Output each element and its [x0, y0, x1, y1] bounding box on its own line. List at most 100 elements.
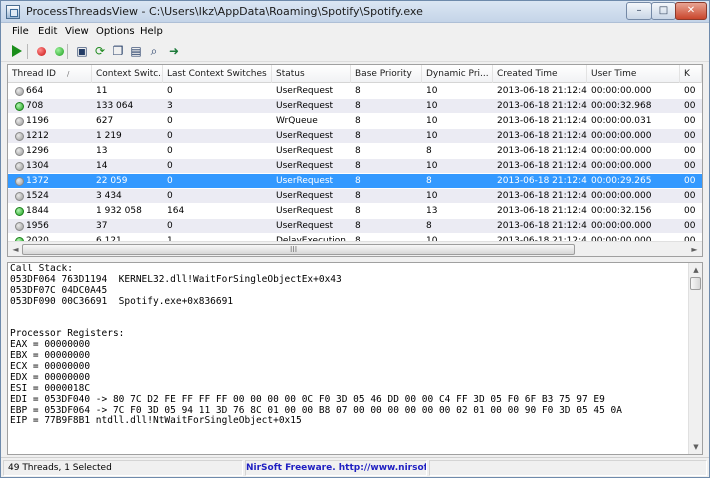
- cell-thread-id: 1212: [26, 131, 49, 141]
- exit-icon[interactable]: ➜: [167, 44, 181, 58]
- details-pane[interactable]: Call Stack: 053DF064 763D1194 KERNEL32.dl…: [7, 262, 703, 455]
- cell-last-context-switches: 0: [167, 86, 173, 96]
- cell-base-priority: 8: [355, 116, 361, 126]
- application-window: ProcessThreadsView - C:\Users\Ikz\AppDat…: [0, 0, 710, 478]
- menu-edit[interactable]: Edit: [38, 26, 57, 37]
- resume-green-icon[interactable]: [55, 47, 64, 56]
- details-line: EBX = 00000000: [10, 350, 91, 362]
- cell-status: UserRequest: [276, 176, 334, 186]
- cell-kernel-time: 00: [684, 191, 696, 201]
- menu-view[interactable]: View: [65, 26, 89, 37]
- cell-user-time: 00:00:00.000: [591, 146, 652, 156]
- column-kernel-time[interactable]: K: [680, 65, 702, 83]
- properties-icon[interactable]: ▤: [129, 44, 143, 58]
- toolbar: ▣ ⟳ ❐ ▤ ⌕ ➜: [1, 41, 709, 62]
- table-row[interactable]: 1196 627 0 WrQueue 8 10 2013-06-18 21:12:43 00:…: [8, 114, 702, 129]
- horizontal-scrollbar[interactable]: ◄ III ►: [8, 241, 702, 256]
- cell-dynamic-priority: 10: [426, 191, 438, 201]
- cell-last-context-switches: 0: [167, 116, 173, 126]
- cell-user-time: 00:00:00.031: [591, 116, 652, 126]
- menu-bar: File Edit View Options Help: [1, 24, 709, 41]
- cell-last-context-switches: 0: [167, 146, 173, 156]
- table-row[interactable]: 1304 14 0 UserRequest 8 10 2013-06-18 21:12:41…: [8, 159, 702, 174]
- column-last-context-switches[interactable]: Last Context Switches: [163, 65, 272, 83]
- cell-user-time: 00:00:00.000: [591, 236, 652, 241]
- cell-kernel-time: 00: [684, 236, 696, 241]
- cell-last-context-switches: 0: [167, 131, 173, 141]
- cell-base-priority: 8: [355, 101, 361, 111]
- cell-thread-id: 664: [26, 86, 44, 96]
- cell-status: DelayExecution: [276, 236, 346, 241]
- scroll-left-icon[interactable]: ◄: [9, 244, 22, 255]
- column-thread-id[interactable]: Thread ID: [8, 65, 92, 83]
- scroll-right-icon[interactable]: ►: [688, 244, 701, 255]
- table-row[interactable]: 1296 13 0 UserRequest 8 8 2013-06-18 21:12:41 0…: [8, 144, 702, 159]
- cell-context-switches: 14: [96, 161, 108, 171]
- table-row[interactable]: 1524 3 434 0 UserRequest 8 10 2013-06-18 21:12…: [8, 189, 702, 204]
- menu-options[interactable]: Options: [96, 26, 135, 37]
- cell-dynamic-priority: 10: [426, 131, 438, 141]
- save-icon[interactable]: ▣: [75, 44, 89, 58]
- title-bar[interactable]: ProcessThreadsView - C:\Users\Ikz\AppDat…: [1, 1, 709, 23]
- call-stack-text: Call Stack: 053DF064 763D1194 KERNEL32.dl…: [10, 264, 688, 454]
- cell-thread-id: 1372: [26, 176, 49, 186]
- vertical-scrollbar[interactable]: ▲ ▼: [688, 263, 702, 454]
- column-context-switches[interactable]: Context Switc...: [92, 65, 163, 83]
- list-rows: 664 11 0 UserRequest 8 10 2013-06-18 21:12:41 0…: [8, 84, 702, 241]
- cell-status: UserRequest: [276, 206, 334, 216]
- cell-user-time: 00:00:00.000: [591, 86, 652, 96]
- copy-icon[interactable]: ❐: [111, 44, 125, 58]
- cell-status: UserRequest: [276, 86, 334, 96]
- table-row[interactable]: 664 11 0 UserRequest 8 10 2013-06-18 21:12:41 0…: [8, 84, 702, 99]
- cell-context-switches: 37: [96, 221, 108, 231]
- cell-created-time: 2013-06-18 21:12:42: [497, 191, 587, 201]
- app-icon: [6, 5, 20, 19]
- maximize-button[interactable]: □: [651, 2, 676, 20]
- column-created-time[interactable]: Created Time: [493, 65, 587, 83]
- minimize-button[interactable]: –: [626, 2, 652, 20]
- nirsoft-link[interactable]: NirSoft Freeware. http://www.nirsoft.net: [245, 460, 427, 476]
- table-row[interactable]: 1212 1 219 0 UserRequest 8 10 2013-06-18 21:12…: [8, 129, 702, 144]
- table-row[interactable]: 1372 22 059 0 UserRequest 8 8 2013-06-18 21:12…: [8, 174, 702, 189]
- cell-base-priority: 8: [355, 86, 361, 96]
- find-icon[interactable]: ⌕: [147, 44, 161, 58]
- cell-thread-id: 1524: [26, 191, 49, 201]
- details-line: 053DF090 00C36691 Spotify.exe+0x836691: [10, 295, 234, 307]
- cell-kernel-time: 00: [684, 221, 696, 231]
- scroll-up-icon[interactable]: ▲: [690, 264, 702, 276]
- table-row[interactable]: 1844 1 932 058 164 UserRequest 8 13 2013-06-18…: [8, 204, 702, 219]
- column-status[interactable]: Status: [272, 65, 351, 83]
- cell-context-switches: 6 121: [96, 236, 122, 241]
- table-row[interactable]: 1956 37 0 UserRequest 8 8 2013-06-18 21:12:42 0…: [8, 219, 702, 234]
- list-header: Thread ID / Context Switc... Last Contex…: [8, 65, 702, 83]
- cell-created-time: 2013-06-18 21:12:41: [497, 86, 587, 96]
- cell-base-priority: 8: [355, 161, 361, 171]
- play-icon[interactable]: [12, 45, 22, 57]
- cell-context-switches: 3 434: [96, 191, 122, 201]
- status-panel-empty: [429, 460, 707, 476]
- menu-help[interactable]: Help: [140, 26, 163, 37]
- table-row[interactable]: 708 133 064 3 UserRequest 8 10 2013-06-18 21:1…: [8, 99, 702, 114]
- cell-created-time: 2013-06-18 21:12:43: [497, 116, 587, 126]
- refresh-icon[interactable]: ⟳: [93, 44, 107, 58]
- column-dynamic-priority[interactable]: Dynamic Pri...: [422, 65, 493, 83]
- cell-thread-id: 2020: [26, 236, 49, 241]
- table-row[interactable]: 2020 6 121 1 DelayExecution 8 10 2013-06-18 21…: [8, 234, 702, 241]
- vertical-scroll-thumb[interactable]: [690, 277, 701, 290]
- cell-kernel-time: 00: [684, 176, 696, 186]
- close-button[interactable]: ✕: [675, 2, 707, 20]
- scroll-down-icon[interactable]: ▼: [690, 441, 702, 453]
- column-user-time[interactable]: User Time: [587, 65, 680, 83]
- cell-base-priority: 8: [355, 191, 361, 201]
- horizontal-scroll-thumb[interactable]: III: [22, 244, 575, 255]
- cell-dynamic-priority: 8: [426, 176, 432, 186]
- details-line: [10, 308, 688, 319]
- threads-list[interactable]: Thread ID / Context Switc... Last Contex…: [7, 64, 703, 257]
- cell-last-context-switches: 3: [167, 101, 173, 111]
- stop-red-icon[interactable]: [37, 47, 46, 56]
- column-base-priority[interactable]: Base Priority: [351, 65, 422, 83]
- cell-thread-id: 708: [26, 101, 44, 111]
- menu-file[interactable]: File: [12, 26, 29, 37]
- cell-context-switches: 13: [96, 146, 108, 156]
- cell-thread-id: 1956: [26, 221, 49, 231]
